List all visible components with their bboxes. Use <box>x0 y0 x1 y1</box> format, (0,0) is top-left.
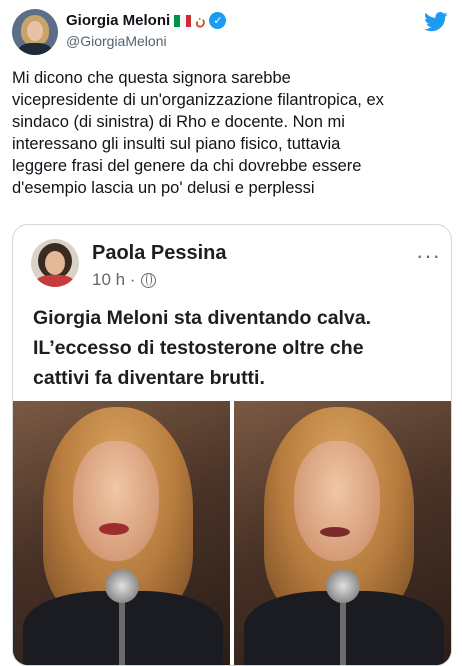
author-name[interactable]: Giorgia Meloni <box>66 12 170 29</box>
globe-icon <box>141 272 157 288</box>
embedded-facebook-post[interactable]: Paola Pessina 10 h · ··· Giorgia Meloni … <box>12 224 452 666</box>
italian-flag-icon <box>174 14 192 27</box>
author-name-row: Giorgia Meloni ن ✓ <box>66 12 227 29</box>
verified-badge-icon: ✓ <box>209 12 227 29</box>
post-timestamp: 10 h · <box>92 270 157 290</box>
post-author-name: Paola Pessina <box>92 242 227 264</box>
post-text: Giorgia Meloni sta diventando calva. IL’… <box>33 307 372 389</box>
post-photo-right <box>234 401 451 665</box>
author-handle[interactable]: @GiorgiaMeloni <box>66 33 167 49</box>
tweet-text: Mi dicono che questa signora sarebbe vic… <box>12 69 384 197</box>
post-author-avatar <box>31 239 79 287</box>
post-photo-left <box>13 401 230 665</box>
author-avatar[interactable] <box>12 9 58 55</box>
post-time-text: 10 h · <box>92 270 136 289</box>
twitter-bird-icon[interactable] <box>424 12 448 32</box>
noon-symbol: ن <box>195 12 206 28</box>
more-options-icon: ··· <box>416 243 441 268</box>
